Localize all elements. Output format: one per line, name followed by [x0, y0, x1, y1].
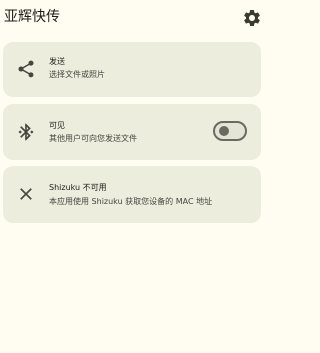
share-icon: [16, 59, 36, 79]
visibility-title: 可见: [49, 121, 65, 130]
send-title: 发送: [49, 57, 65, 66]
gear-icon: [244, 9, 260, 26]
app-bar: 亚辉快传: [0, 0, 270, 36]
shizuku-title: Shizuku 不可用: [49, 183, 107, 192]
app-title: 亚辉快传: [4, 9, 60, 25]
send-subtitle: 选择文件或照片: [49, 70, 105, 79]
visibility-card[interactable]: 可见 其他用户可向您发送文件: [3, 104, 261, 160]
visibility-subtitle: 其他用户可向您发送文件: [49, 134, 137, 143]
send-card[interactable]: 发送 选择文件或照片: [3, 42, 261, 97]
close-icon: [16, 184, 36, 204]
toggle-thumb: [219, 126, 229, 136]
visibility-toggle[interactable]: [213, 121, 247, 141]
shizuku-subtitle: 本应用使用 Shizuku 获取您设备的 MAC 地址: [49, 197, 213, 206]
shizuku-card[interactable]: Shizuku 不可用 本应用使用 Shizuku 获取您设备的 MAC 地址: [3, 166, 261, 223]
settings-button[interactable]: [242, 8, 262, 28]
bluetooth-icon: [16, 122, 36, 142]
